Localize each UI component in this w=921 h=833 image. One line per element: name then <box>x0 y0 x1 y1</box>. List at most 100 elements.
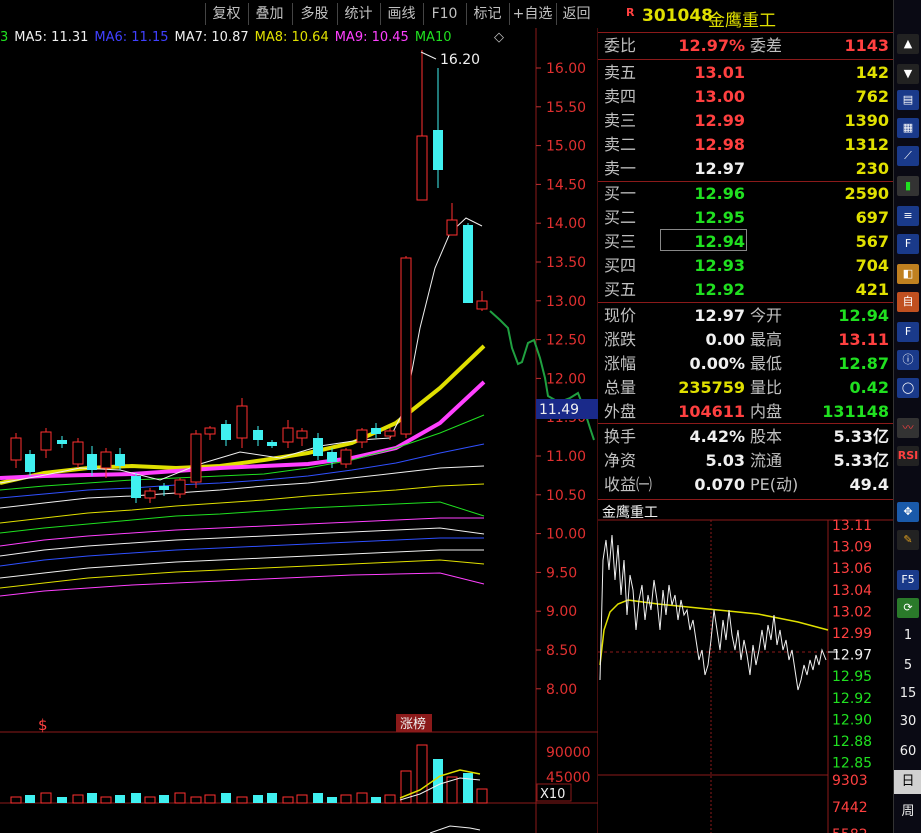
scroll-up-icon[interactable]: ▲ <box>897 34 919 54</box>
bid-volume: 567 <box>855 232 889 251</box>
intraday-tick-label: 12.90 <box>832 712 872 728</box>
stat-value: 0.00 <box>705 330 745 349</box>
price-tick-label: 8.50 <box>546 643 577 659</box>
intraday-tick-label: 12.88 <box>832 734 872 750</box>
candle <box>100 451 112 469</box>
intraday-tick-label: 12.97 <box>832 648 872 664</box>
ask-row[interactable]: 卖四 13.00 762 <box>598 85 893 109</box>
selected-bid-box[interactable] <box>660 229 747 251</box>
intraday-tick-label: 13.02 <box>832 604 872 620</box>
kline-chart[interactable]: 16.00 15.50 15.00 14.50 14.00 13.50 13.00 12.50… <box>0 28 598 833</box>
toolbar: 复权 叠加 多股 统计 画线 F10 标记 +自选 返回 <box>0 0 598 28</box>
stat-label: 外盘 <box>604 402 637 421</box>
stat-label2: 最高 <box>750 330 783 349</box>
wave-icon[interactable]: 〰 <box>897 418 919 438</box>
candle <box>253 430 263 440</box>
candle <box>476 300 488 310</box>
candle <box>190 433 202 483</box>
bid-label: 买四 <box>604 256 637 275</box>
bid-row[interactable]: 买一 12.96 2590 <box>598 182 893 206</box>
line-chart-icon[interactable]: ⟋ <box>897 146 919 166</box>
add-watchlist-button[interactable]: +自选 <box>509 3 555 25</box>
list-icon[interactable]: ≡ <box>897 206 919 226</box>
chart-icon[interactable]: ▤ <box>897 90 919 110</box>
intraday-volume-tick: 9303 <box>832 773 868 789</box>
quote-panel: R 301048 金鹰重工 委比 12.97% 委差 1143 卖五 13.01… <box>598 0 893 500</box>
stock-name: 金鹰重工 <box>708 11 776 31</box>
period-15min[interactable]: 15 <box>894 686 921 701</box>
ask-price: 12.98 <box>694 135 745 154</box>
bid-row[interactable]: 买二 12.95 697 <box>598 206 893 230</box>
draw-line-button[interactable]: 画线 <box>380 3 422 25</box>
overlay-button[interactable]: 叠加 <box>248 3 290 25</box>
candle <box>463 225 473 303</box>
candle <box>416 135 428 201</box>
ask-row[interactable]: 卖二 12.98 1312 <box>598 133 893 157</box>
fuquan-button[interactable]: 复权 <box>205 3 247 25</box>
fundamental-row: 净资 5.03 流通 5.33亿 <box>598 449 893 473</box>
ask-volume: 1312 <box>844 135 889 154</box>
fund-label: 净资 <box>604 451 637 470</box>
circle-icon[interactable]: ◯ <box>897 378 919 398</box>
ask-price: 13.01 <box>694 63 745 82</box>
ask-row[interactable]: 卖一 12.97 230 <box>598 157 893 181</box>
pencil-icon[interactable]: ✎ <box>897 530 919 550</box>
move-icon[interactable]: ✥ <box>897 502 919 522</box>
mark-button[interactable]: 标记 <box>466 3 508 25</box>
period-1min[interactable]: 1 <box>894 628 921 643</box>
info-icon[interactable]: ⓘ <box>897 350 919 370</box>
stat-row: 外盘 104611 内盘 131148 <box>598 400 893 424</box>
multi-stock-button[interactable]: 多股 <box>292 3 336 25</box>
scroll-down-icon[interactable]: ▼ <box>897 64 919 84</box>
stat-row: 现价 12.97 今开 12.94 <box>598 304 893 328</box>
candle-icon[interactable]: ▮ <box>897 176 919 196</box>
bid-volume: 421 <box>855 280 889 299</box>
ask-row[interactable]: 卖三 12.99 1390 <box>598 109 893 133</box>
self-icon[interactable]: 自 <box>897 292 919 312</box>
ask-volume: 1390 <box>844 111 889 130</box>
rsi-icon[interactable]: RSI <box>897 446 919 466</box>
bid-row[interactable]: 买四 12.93 704 <box>598 254 893 278</box>
stat-row: 涨跌 0.00 最高 13.11 <box>598 328 893 352</box>
back-button[interactable]: 返回 <box>556 3 596 25</box>
f10-icon[interactable]: F <box>897 234 919 254</box>
price-tick-label: 15.00 <box>546 139 586 155</box>
bid-row[interactable]: 买五 12.92 421 <box>598 278 893 302</box>
bid-label: 买五 <box>604 280 637 299</box>
intraday-tick-label: 12.85 <box>832 756 872 772</box>
candle <box>356 429 368 443</box>
stat-label2: 内盘 <box>750 402 783 421</box>
ask-row[interactable]: 卖五 13.01 142 <box>598 61 893 85</box>
period-60min[interactable]: 60 <box>894 744 921 759</box>
stock-code: 301048 <box>642 6 713 26</box>
stat-label: 总量 <box>604 378 637 397</box>
ask-label: 卖三 <box>604 111 637 130</box>
candle <box>267 442 277 446</box>
fund-label: 收益㈠ <box>604 475 653 494</box>
f5-icon[interactable]: F5 <box>897 570 919 590</box>
stat-row: 总量 235759 量比 0.42 <box>598 376 893 400</box>
period-day[interactable]: 日 <box>894 770 921 794</box>
bid-label: 买三 <box>604 232 637 251</box>
zhangbang-label: 涨榜 <box>400 716 426 732</box>
bid-label: 买一 <box>604 184 637 203</box>
bid-label: 买二 <box>604 208 637 227</box>
price-tick-label: 10.50 <box>546 488 586 504</box>
intraday-tick-label: 13.04 <box>832 583 872 599</box>
dollar-marker[interactable]: $ <box>38 716 48 734</box>
period-30min[interactable]: 30 <box>894 714 921 729</box>
intraday-tick-label: 12.95 <box>832 669 872 685</box>
intraday-chart[interactable]: 13.11 13.09 13.06 13.04 13.02 12.99 12.97 12.95… <box>598 500 893 833</box>
refresh-icon[interactable]: ⟳ <box>897 598 919 618</box>
period-5min[interactable]: 5 <box>894 658 921 673</box>
period-week[interactable]: 周 <box>894 800 921 819</box>
fund-label: 换手 <box>604 427 637 446</box>
fund-label2: PE(动) <box>750 475 799 494</box>
table-icon[interactable]: ▦ <box>897 118 919 138</box>
f12-icon[interactable]: F <box>897 322 919 342</box>
statistics-button[interactable]: 统计 <box>337 3 379 25</box>
candle <box>115 454 125 466</box>
news-icon[interactable]: ◧ <box>897 264 919 284</box>
f10-button[interactable]: F10 <box>423 3 465 25</box>
candle <box>144 490 156 499</box>
